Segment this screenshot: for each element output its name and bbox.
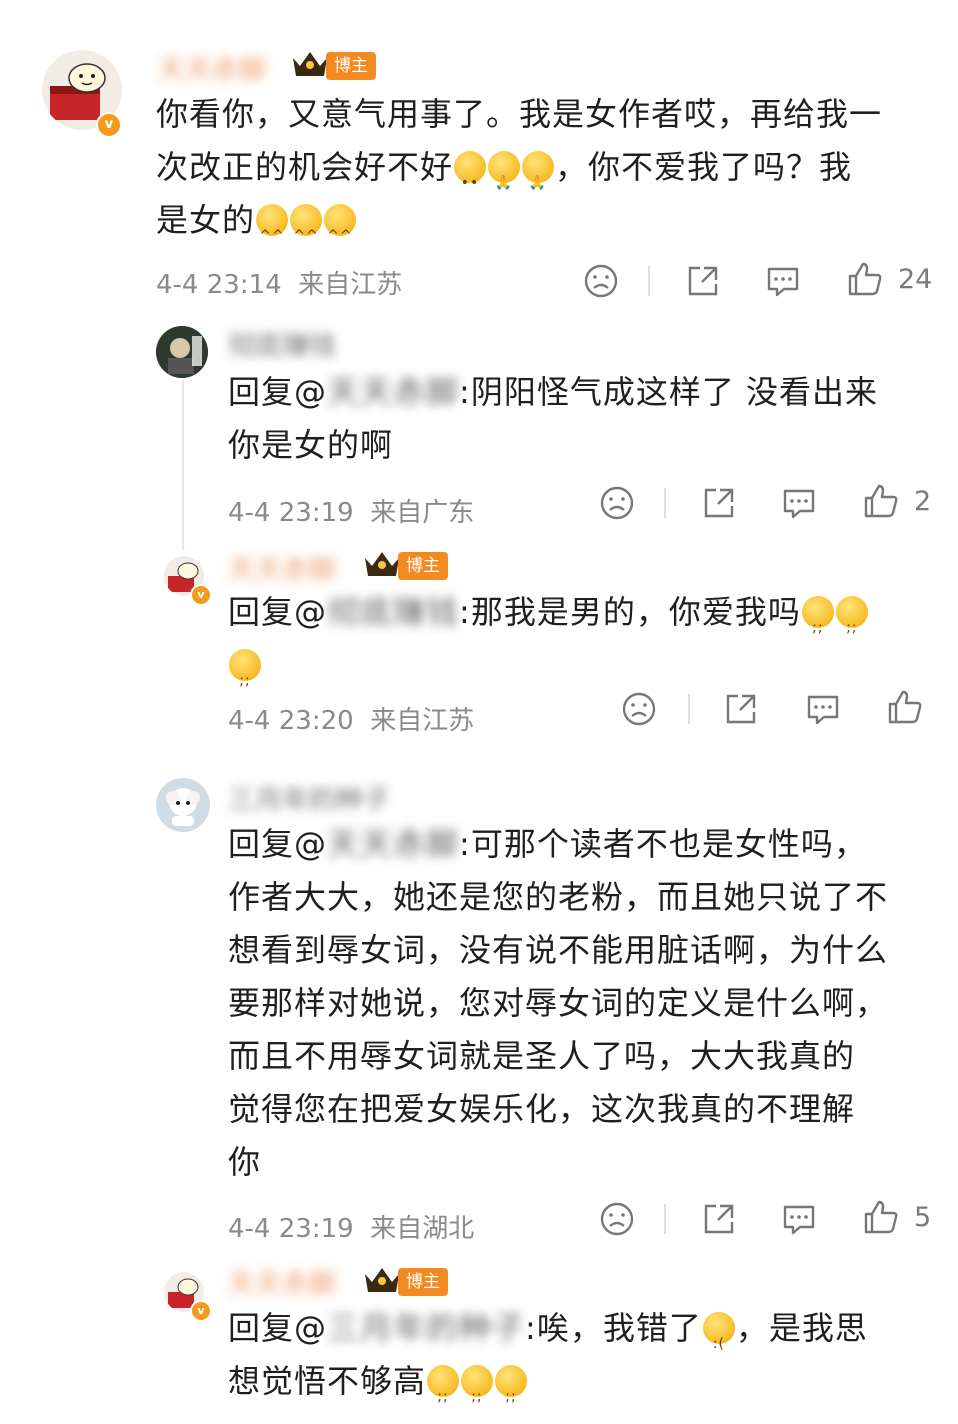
mention-link[interactable]: 天天赤脚 [327,373,459,411]
share-icon[interactable] [684,262,722,300]
timestamp: 4-4 23:19 来自广东 [228,498,475,528]
timestamp: 4-4 23:20 来自江苏 [228,706,475,736]
dislike-icon[interactable] [620,690,658,728]
dislike-icon[interactable] [598,1200,636,1238]
like-icon[interactable] [886,688,924,726]
frown-emoji-icon: :( [702,1312,735,1352]
author-name[interactable]: 三月年的种子 [228,778,390,817]
dislike-icon[interactable] [598,484,636,522]
divider [648,266,650,296]
verified-badge-icon: v [190,584,212,606]
crown-icon [365,552,399,576]
comment-icon[interactable] [764,262,802,300]
mention-link[interactable]: 天天赤脚 [327,825,459,863]
comment-text: 回复@彻底赚钱:那我是男的，你爱我吗;;;; ;; [228,586,938,692]
crying-emoji-icon: ;; [461,1365,494,1405]
crying-emoji-icon: ;; [801,596,834,636]
crying-emoji-icon: ;; [495,1365,528,1405]
comment-text: 回复@天天赤脚:可那个读者不也是女性吗， 作者大大，她还是您的老粉，而且她只说了… [228,825,889,1181]
mention-link[interactable]: 彻底赚钱 [327,593,459,631]
grin-emoji-icon: ^^ [324,204,357,244]
pleading-emoji-icon: •• [454,151,487,191]
mention-link[interactable]: 三月年的种子 [327,1309,525,1347]
like-count: 5 [914,1202,932,1233]
timestamp: 4-4 23:19 来自湖北 [228,1214,475,1244]
grin-emoji-icon: ^^ [256,204,289,244]
crown-icon [293,52,327,76]
blogger-badge: 博主 [326,52,376,80]
author-name[interactable]: 彻底赚钱 [228,324,336,363]
like-count: 24 [898,264,933,295]
grin-emoji-icon: ^^ [290,204,323,244]
like-count: 2 [914,486,932,517]
divider [664,488,666,518]
divider [664,1204,666,1234]
dislike-icon[interactable] [582,262,620,300]
pray-emoji-icon: 🙏 [488,151,521,191]
comment-icon[interactable] [780,1200,818,1238]
comment-text: 回复@天天赤脚:阴阳怪气成这样了 没看出来 你是女的啊 [228,373,878,464]
author-name[interactable]: 天天赤脚 [228,548,336,587]
thread-line [182,380,184,550]
share-icon[interactable] [700,484,738,522]
timestamp: 4-4 23:14 来自江苏 [156,270,403,300]
verified-badge-icon: v [96,112,122,138]
like-icon[interactable] [846,260,884,298]
pray-emoji-icon: 🙏 [522,151,555,191]
avatar[interactable] [156,326,208,378]
verified-badge-icon: v [190,1300,212,1322]
crying-emoji-icon: ;; [835,596,868,636]
comment-icon[interactable] [780,484,818,522]
author-name[interactable]: 天天赤脚 [228,1262,336,1301]
blogger-badge: 博主 [398,552,448,580]
share-icon[interactable] [700,1200,738,1238]
author-name[interactable]: 天天赤脚 [158,48,266,87]
crown-icon [365,1268,399,1292]
avatar[interactable] [156,778,210,832]
crying-emoji-icon: ;; [427,1365,460,1405]
like-icon[interactable] [862,482,900,520]
share-icon[interactable] [722,690,760,728]
comment-text: 回复@三月年的种子:唉，我错了:(，是我思 想觉悟不够高;;;;;; [228,1309,868,1405]
comment-icon[interactable] [804,690,842,728]
blogger-badge: 博主 [398,1268,448,1296]
divider [688,694,690,724]
like-icon[interactable] [862,1198,900,1236]
comment-text: 你看你，又意气用事了。我是女作者哎，再给我一 次改正的机会好不好 •• 🙏 🙏 ，你不爱… [156,95,883,244]
crying-emoji-icon: ;; [229,649,261,689]
